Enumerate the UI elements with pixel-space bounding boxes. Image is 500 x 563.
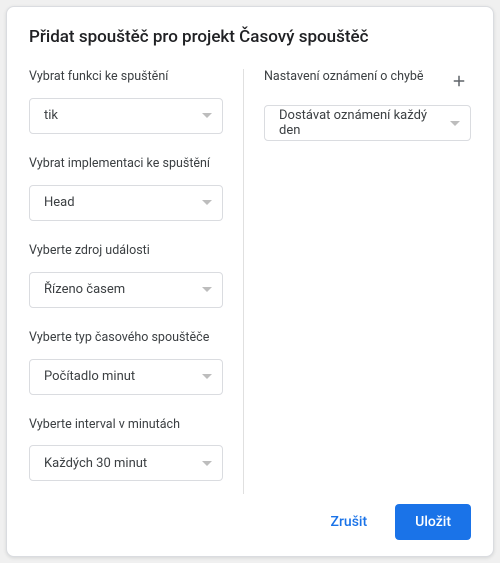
field-event-source: Vyberte zdroj události Řízeno časem xyxy=(29,243,223,308)
select-notification-value: Dostávat oznámení každý den xyxy=(279,108,450,138)
field-function-label: Vybrat funkci ke spuštění xyxy=(29,69,223,86)
select-deployment-value: Head xyxy=(44,195,75,210)
chevron-down-icon xyxy=(202,200,212,205)
add-notification-button[interactable] xyxy=(447,69,471,93)
field-notifications-label: Nastavení oznámení o chybě xyxy=(264,69,424,86)
notifications-header: Nastavení oznámení o chybě xyxy=(264,69,471,93)
select-deployment[interactable]: Head xyxy=(29,185,223,221)
dialog-footer: Zrušit Uložit xyxy=(29,494,471,540)
field-deployment-label: Vybrat implementaci ke spuštění xyxy=(29,156,223,173)
field-function: Vybrat funkci ke spuštění tik xyxy=(29,69,223,134)
save-button[interactable]: Uložit xyxy=(395,504,471,540)
chevron-down-icon xyxy=(202,461,212,466)
chevron-down-icon xyxy=(202,374,212,379)
select-function[interactable]: tik xyxy=(29,98,223,134)
plus-icon xyxy=(450,72,468,90)
select-interval[interactable]: Každých 30 minut xyxy=(29,445,223,481)
dialog-body: Vybrat funkci ke spuštění tik Vybrat imp… xyxy=(29,69,471,494)
chevron-down-icon xyxy=(202,113,212,118)
right-column: Nastavení oznámení o chybě Dostávat ozná… xyxy=(244,69,471,494)
field-deployment: Vybrat implementaci ke spuštění Head xyxy=(29,156,223,221)
select-notification-frequency[interactable]: Dostávat oznámení každý den xyxy=(264,105,471,141)
left-column: Vybrat funkci ke spuštění tik Vybrat imp… xyxy=(29,69,243,494)
field-interval-label: Vyberte interval v minutách xyxy=(29,417,223,434)
field-trigger-type: Vyberte typ časového spouštěče Počítadlo… xyxy=(29,330,223,395)
select-interval-value: Každých 30 minut xyxy=(44,456,147,471)
select-event-source-value: Řízeno časem xyxy=(44,282,125,297)
chevron-down-icon xyxy=(202,287,212,292)
select-trigger-type[interactable]: Počítadlo minut xyxy=(29,359,223,395)
field-event-source-label: Vyberte zdroj události xyxy=(29,243,223,260)
field-interval: Vyberte interval v minutách Každých 30 m… xyxy=(29,417,223,482)
select-trigger-type-value: Počítadlo minut xyxy=(44,369,135,384)
cancel-button[interactable]: Zrušit xyxy=(311,504,388,540)
add-trigger-dialog: Přidat spouštěč pro projekt Časový spouš… xyxy=(6,6,494,557)
select-event-source[interactable]: Řízeno časem xyxy=(29,272,223,308)
select-function-value: tik xyxy=(44,108,58,123)
chevron-down-icon xyxy=(450,121,460,126)
dialog-title: Přidat spouštěč pro projekt Časový spouš… xyxy=(29,27,471,47)
field-trigger-type-label: Vyberte typ časového spouštěče xyxy=(29,330,223,347)
